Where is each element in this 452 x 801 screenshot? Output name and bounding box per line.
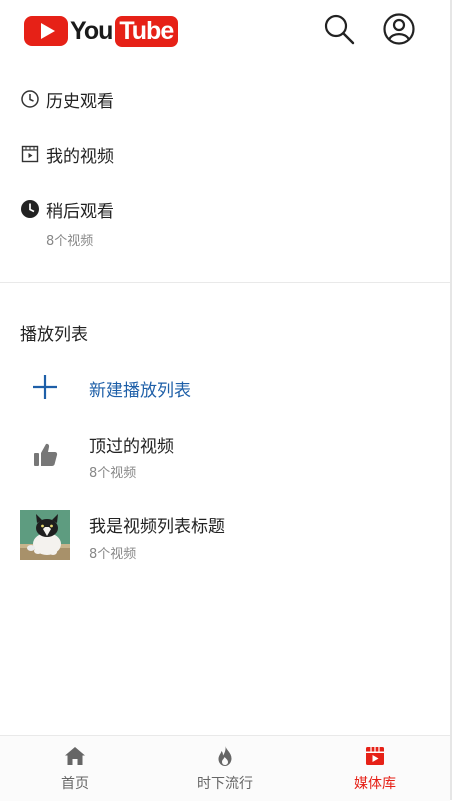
- nav-tab-home[interactable]: 首页: [0, 736, 150, 801]
- playlist-item-custom[interactable]: 我是视频列表标题 8个视频: [20, 510, 440, 562]
- nav-label-trending: 时下流行: [197, 776, 253, 792]
- nav-label-home: 首页: [61, 776, 89, 792]
- new-playlist-button[interactable]: 新建播放列表: [20, 362, 440, 412]
- menu-item-history[interactable]: 历史观看: [20, 84, 114, 114]
- nav-tab-trending[interactable]: 时下流行: [150, 736, 300, 801]
- thumb-up-icon: [20, 430, 70, 480]
- cat-thumbnail: [20, 510, 70, 560]
- clock-filled-icon: [20, 199, 40, 219]
- new-playlist-label: 新建播放列表: [89, 381, 191, 401]
- playlist-title: 顶过的视频: [89, 437, 174, 457]
- play-logo-icon: [24, 15, 68, 47]
- home-icon: [63, 744, 87, 768]
- clock-outline-icon: [20, 89, 40, 109]
- playlist-count: 8个视频: [89, 466, 137, 481]
- nav-label-library: 媒体库: [354, 776, 396, 792]
- fire-icon: [213, 744, 237, 768]
- logo-text-tube: Tube: [115, 15, 179, 47]
- playlists-section-title: 播放列表: [20, 325, 88, 345]
- playlist-title: 我是视频列表标题: [89, 517, 225, 537]
- menu-item-watch-later[interactable]: 稍后观看: [20, 194, 114, 224]
- bottom-navigation: 首页 时下流行 媒体库: [0, 735, 450, 801]
- plus-icon: [20, 362, 70, 412]
- library-icon: [363, 744, 387, 768]
- app-header: You Tube: [0, 0, 450, 64]
- menu-item-my-videos[interactable]: 我的视频: [20, 139, 114, 169]
- my-videos-label: 我的视频: [46, 146, 114, 167]
- playlist-item-liked[interactable]: 顶过的视频 8个视频: [20, 430, 440, 482]
- history-label: 历史观看: [46, 91, 114, 112]
- video-file-icon: [20, 144, 40, 164]
- search-icon[interactable]: [322, 12, 356, 46]
- section-divider: [0, 282, 450, 283]
- nav-tab-library[interactable]: 媒体库: [300, 736, 450, 801]
- logo-text-you: You: [70, 16, 113, 45]
- logo-wordmark: You Tube: [70, 15, 179, 47]
- playlist-count: 8个视频: [89, 547, 137, 562]
- account-icon[interactable]: [382, 12, 416, 46]
- youtube-logo[interactable]: You Tube: [24, 14, 179, 48]
- watch-later-label: 稍后观看: [46, 201, 114, 222]
- watch-later-count: 8个视频: [46, 234, 94, 249]
